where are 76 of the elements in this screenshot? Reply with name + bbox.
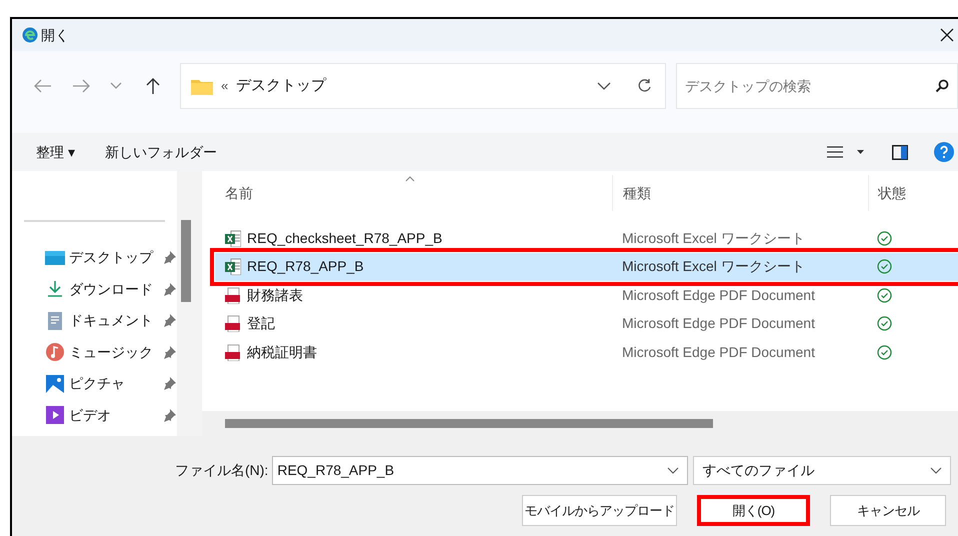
sidebar-item[interactable]: ドキュメント [69,310,155,332]
file-type: Microsoft Edge PDF Document [621,314,816,334]
search-field[interactable]: デスクトップの検索 [676,63,958,109]
sidebar-item[interactable]: デスクトップ [69,247,155,268]
pin-icon[interactable] [163,282,176,296]
file-row[interactable]: 登記 Microsoft Edge PDF Document [215,310,958,338]
up-arrow-icon[interactable] [146,77,160,95]
chevron-down-icon[interactable] [667,467,680,474]
file-row[interactable]: REQ_R78_APP_B Microsoft Excel ワークシート [215,252,958,281]
refresh-icon[interactable] [637,78,653,94]
dialog-button[interactable]: モバイルからアップロード [522,495,677,526]
video-folder-icon [45,405,65,426]
chevron-down-icon[interactable] [930,467,942,474]
new-folder-button[interactable]: 新しいフォルダー [104,142,217,162]
dialog-button[interactable]: 開く(O) [697,495,810,526]
available-check-icon [877,259,892,274]
file-row[interactable]: 財務諸表 Microsoft Edge PDF Document [215,281,958,310]
column-header[interactable]: 状態 [878,182,906,204]
sidebar-item[interactable]: ミュージック [69,342,155,363]
file-name: 登記 [247,314,275,334]
file-type: Microsoft Excel ワークシート [621,228,806,248]
address-path[interactable]: デスクトップ [236,74,326,98]
pdf-file-icon [225,286,241,304]
browser-logo-icon [22,27,38,43]
pdf-file-icon [225,315,241,332]
file-type: Microsoft Edge PDF Document [621,286,816,305]
address-bar[interactable]: « デスクトップ [180,63,666,109]
filename-label: ファイル名(N): [175,461,268,480]
pin-icon[interactable] [163,408,176,422]
pdf-file-icon [225,344,241,361]
pin-icon[interactable] [163,314,176,328]
close-icon[interactable] [940,28,954,42]
available-check-icon [877,288,892,303]
column-header[interactable]: 種類 [623,182,651,204]
available-check-icon [877,230,892,246]
sidebar-item[interactable]: ピクチャ [69,373,155,394]
view-list-icon[interactable] [827,146,843,158]
file-name: 財務諸表 [247,286,303,305]
available-check-icon [877,316,892,332]
file-name: REQ_checksheet_R78_APP_B [247,228,442,248]
picture-folder-icon [45,374,65,394]
search-icon[interactable] [935,79,949,93]
sort-caret-icon [405,176,415,182]
sidebar-item[interactable]: ビデオ [69,404,155,426]
scrollbar-thumb[interactable] [225,419,713,428]
organize-menu-button[interactable]: 整理 ▾ [36,142,75,162]
forward-arrow-icon[interactable] [72,79,90,93]
pin-icon[interactable] [163,346,176,359]
column-header[interactable]: 名前 [225,182,253,204]
preview-pane-icon[interactable] [892,144,908,160]
file-type: Microsoft Excel ワークシート [621,257,806,276]
file-name: 納税証明書 [247,342,317,362]
file-row[interactable]: 納税証明書 Microsoft Edge PDF Document [215,338,958,366]
sidebar-item[interactable]: ダウンロード [69,278,155,300]
scrollbar-thumb[interactable] [181,220,191,302]
pin-icon[interactable] [163,251,176,264]
file-type-dropdown[interactable]: すべてのファイル [693,456,952,485]
document-folder-icon [45,310,65,331]
help-icon[interactable] [934,142,954,162]
excel-file-icon [225,230,241,247]
dialog-button[interactable]: キャンセル [830,495,946,526]
download-folder-icon [45,279,65,300]
available-check-icon [877,344,892,360]
pin-icon[interactable] [163,377,176,390]
file-name: REQ_R78_APP_B [247,257,364,276]
breadcrumb-overflow[interactable]: « [221,76,228,96]
music-folder-icon [45,342,65,362]
chevron-down-icon[interactable] [597,82,611,90]
excel-file-icon [225,258,241,276]
window-title: 開く [41,26,69,44]
caret-icon[interactable] [857,150,864,154]
back-arrow-icon[interactable] [34,79,52,93]
filename-field[interactable]: REQ_R78_APP_B [272,456,688,485]
folder-icon [191,78,213,94]
file-type: Microsoft Edge PDF Document [621,342,816,362]
file-row[interactable]: REQ_checksheet_R78_APP_B Microsoft Excel ワークシート [215,224,958,252]
